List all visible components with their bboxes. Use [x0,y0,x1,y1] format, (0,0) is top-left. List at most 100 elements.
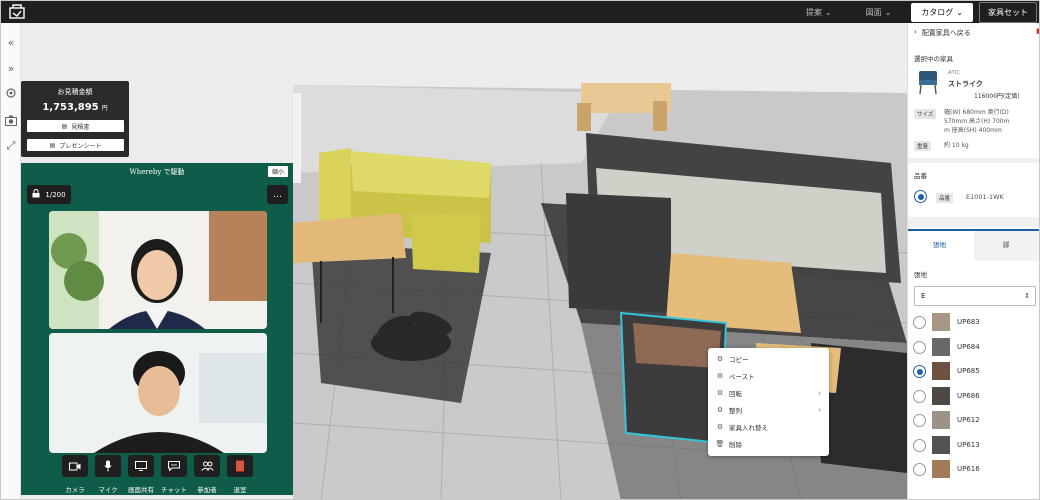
menu-item-label: 整列 [729,406,742,415]
lock-icon [32,189,40,200]
video-tile-1[interactable] [49,211,267,329]
swatch-row[interactable]: UP686 [908,383,1039,406]
furniture-detail-panel: ‹ 配置家具へ戻る ▮ 選択中の家具 ATIC ストライク 116000円(定価)… [907,23,1039,499]
nav-drawing-label: 図面 [865,7,882,17]
quote-button[interactable]: ▤ 見積書 [27,120,124,132]
back-to-placed-button[interactable]: ‹ 配置家具へ戻る [914,28,971,38]
participant-count-label: 1/200 [45,190,66,199]
swatch-color [932,460,950,478]
menu-item-rotate[interactable]: ⚙ 回転 › [708,384,829,401]
swatch-row[interactable]: UP683 [908,309,1039,332]
context-menu: ⚙ コピー ⚙ ペースト ⚙ 回転 › ⚙ 整列 › ⚙ 家具入れ替え 🗑 削除 [708,348,829,456]
chevron-down-icon: ⌄ [824,7,832,17]
app-logo-icon[interactable] [9,4,25,20]
chat-button[interactable] [161,455,187,477]
fabric-grade-select[interactable]: E ⇕ [914,286,1036,306]
gear-icon: ⚙ [716,405,724,414]
part-heading: 品番 [914,172,927,180]
tab-legs[interactable]: 脚 [1003,239,1010,249]
participant-count[interactable]: 1/200 [27,185,71,204]
menu-item-label: 削除 [729,440,742,449]
fullscreen-icon[interactable]: ⤢ [4,139,18,153]
furniture-price: 116000円(定価) [974,93,1020,100]
tab-fabric[interactable]: 張地 [933,239,946,249]
estimate-label: お見積金額 [57,88,93,96]
chevron-down-icon: ⌄ [956,7,963,17]
estimate-currency: 円 [101,105,108,112]
swatch-row[interactable]: UP685 [908,358,1039,381]
nav-drawing[interactable]: 図面 ⌄ [852,7,906,18]
leave-button[interactable] [227,455,253,477]
nav-proposal[interactable]: 提案 ⌄ [792,7,846,18]
swatch-radio[interactable] [913,389,926,403]
menu-item-paste[interactable]: ⚙ ペースト [708,367,829,384]
camera-icon[interactable] [4,113,18,127]
collapse-left-icon[interactable]: « [4,35,18,49]
chair-thumbnail [919,71,937,95]
menu-item-label: ペースト [729,372,755,381]
back-label: 配置家具へ戻る [921,29,971,37]
swatch-row[interactable]: UP613 [908,432,1039,455]
swatch-radio[interactable] [913,463,926,476]
menu-item-align[interactable]: ⚙ 整列 › [708,401,829,418]
swatch-code: UP685 [957,367,980,375]
camera-button[interactable] [62,455,88,477]
swatch-row[interactable]: UP616 [908,456,1039,479]
swatch-code: UP684 [957,342,980,351]
swatch-radio[interactable] [913,438,926,452]
video-tile-2[interactable] [49,333,267,453]
menu-item-copy[interactable]: ⚙ コピー [708,350,829,367]
size-text-line: m 座高(SH) 400mm [944,127,1002,134]
swatch-radio[interactable] [913,414,926,427]
microphone-icon [104,460,112,472]
trash-icon[interactable]: ▮ [1036,27,1039,35]
people-icon [200,461,214,471]
estimate-card: お見積金額 1,753,895 円 ▤ 見積書 ▤ プレゼンシート [21,81,129,157]
swatch-color [932,386,950,405]
part-number: E1001-1WK [966,193,1004,201]
whereby-header: Whereby で駆動 [129,168,185,176]
presentation-sheet-button[interactable]: ▤ プレゼンシート [27,139,124,151]
size-tag: サイズ [914,109,937,119]
chat-icon [168,461,180,471]
menu-item-replace[interactable]: ⚙ 家具入れ替え [708,418,829,435]
estimate-amount: 1,753,895 円 [21,102,129,113]
swatch-color [932,313,950,331]
presentation-sheet-button-label: プレゼンシート [59,142,102,150]
swatch-code: UP686 [957,391,980,400]
chevron-right-icon: › [818,388,821,397]
expand-right-icon[interactable]: » [4,61,18,75]
swatch-radio[interactable] [913,316,926,329]
leave-button-label: 退室 [233,486,247,494]
leave-door-icon [236,460,244,472]
estimate-amount-value: 1,753,895 [42,102,99,113]
size-text-line: 幅(W) 680mm 奥行(D) [944,109,1009,116]
selected-heading: 選択中の家具 [914,55,953,63]
rotate-view-icon[interactable] [4,86,18,100]
participant-video-man [49,333,267,453]
participants-button[interactable] [194,455,220,477]
whereby-video-panel: Whereby で駆動 縮小 1/200 … カメラ マイク 画面共有 チャット… [21,163,293,495]
top-bar: 提案 ⌄ 図面 ⌄ カタログ ⌄ 家具セット [1,1,1039,23]
screen-share-button[interactable] [128,455,154,477]
menu-item-delete[interactable]: 🗑 削除 [708,435,829,452]
weight-text: 約 10 kg [944,142,969,149]
swatch-row[interactable]: UP684 [908,334,1039,357]
swatch-radio[interactable] [913,365,926,378]
chevron-left-icon: ‹ [914,28,917,36]
more-options-icon[interactable]: … [267,185,288,204]
screen-share-icon [135,461,147,471]
shrink-button[interactable]: 縮小 [267,166,288,177]
divider [908,217,1039,227]
furniture-brand: ATIC [948,70,961,76]
top-nav: 提案 ⌄ 図面 ⌄ カタログ ⌄ 家具セット [792,1,1037,23]
tab-catalog[interactable]: カタログ ⌄ [911,2,973,22]
swatch-row[interactable]: UP612 [908,407,1039,430]
swatch-color [932,435,950,454]
swatch-radio[interactable] [913,340,926,354]
trash-icon: 🗑 [715,439,725,448]
tab-furniture-set[interactable]: 家具セット [979,1,1037,23]
mic-button[interactable] [95,455,121,477]
part-radio[interactable] [914,190,927,203]
whereby-toolbar: カメラ マイク 画面共有 チャット 参加者 退室 [21,453,293,495]
